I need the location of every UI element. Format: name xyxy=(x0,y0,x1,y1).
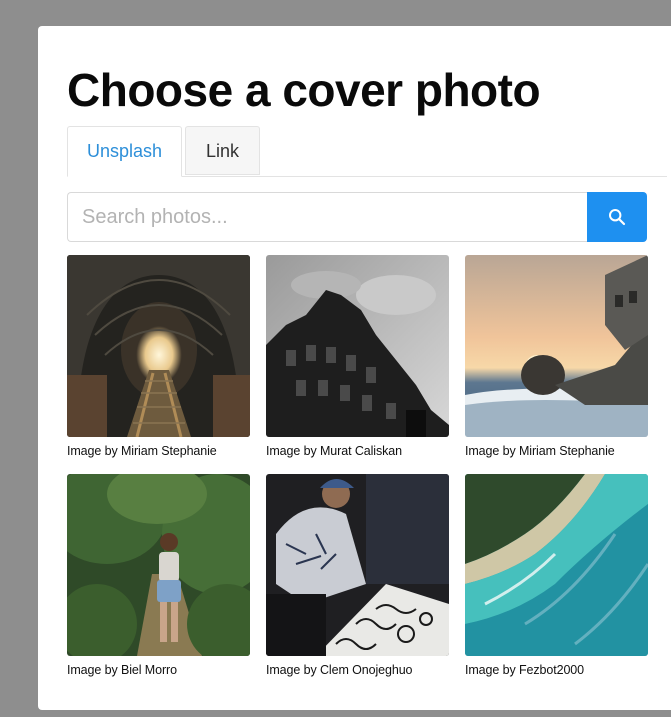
dialog-title: Choose a cover photo xyxy=(67,64,541,116)
photo-card[interactable]: Image by Fezbot2000 xyxy=(465,474,648,677)
photo-credit: Image by Biel Morro xyxy=(67,663,177,677)
photo-card[interactable]: Image by Clem Onojeghuo xyxy=(266,474,449,677)
photo-credit: Image by Murat Caliskan xyxy=(266,444,402,458)
photo-thumbnail[interactable] xyxy=(266,474,449,656)
tab-link[interactable]: Link xyxy=(185,126,260,175)
photo-thumbnail[interactable] xyxy=(465,255,648,437)
search-button[interactable] xyxy=(587,192,647,242)
photo-credit: Image by Miriam Stephanie xyxy=(465,444,615,458)
photo-credit: Image by Fezbot2000 xyxy=(465,663,585,677)
tab-unsplash[interactable]: Unsplash xyxy=(67,126,182,177)
photo-card[interactable]: Image by Miriam Stephanie xyxy=(465,255,648,458)
search-bar xyxy=(67,192,647,242)
photo-card[interactable]: Image by Biel Morro xyxy=(67,474,250,677)
photo-thumbnail[interactable] xyxy=(67,255,250,437)
photo-thumbnail[interactable] xyxy=(67,474,250,656)
photo-credit: Image by Clem Onojeghuo xyxy=(266,663,413,677)
photo-card[interactable]: Image by Miriam Stephanie xyxy=(67,255,250,458)
search-input[interactable] xyxy=(67,192,588,242)
photo-thumbnail[interactable] xyxy=(465,474,648,656)
cover-photo-dialog: Choose a cover photo Unsplash Link Searc… xyxy=(38,26,671,710)
photo-card[interactable]: Image by Murat Caliskan xyxy=(266,255,449,458)
tab-bar: Unsplash Link xyxy=(67,126,667,177)
photo-thumbnail[interactable] xyxy=(266,255,449,437)
photo-credit: Image by Miriam Stephanie xyxy=(67,444,217,458)
search-icon xyxy=(609,209,626,226)
